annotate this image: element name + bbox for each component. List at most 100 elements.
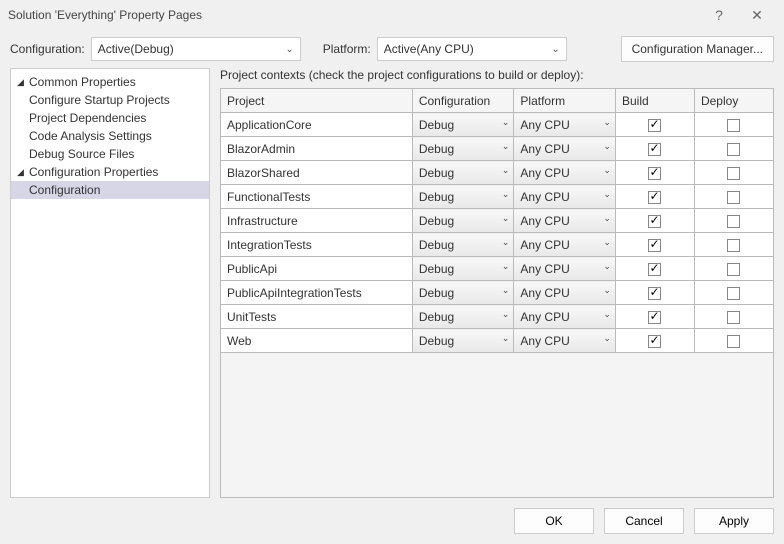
build-checkbox[interactable] (648, 311, 661, 324)
table-row: PublicApiDebug⌄Any CPU⌄ (221, 257, 774, 281)
build-checkbox[interactable] (648, 263, 661, 276)
build-checkbox[interactable] (648, 239, 661, 252)
cell-deploy (694, 209, 773, 233)
content-pane: Project contexts (check the project conf… (220, 68, 774, 498)
cell-config-select[interactable]: Debug⌄ (412, 113, 514, 137)
cell-project: Web (221, 329, 413, 353)
chevron-down-icon: ⌄ (551, 44, 559, 55)
deploy-checkbox[interactable] (727, 119, 740, 132)
table-row: BlazorSharedDebug⌄Any CPU⌄ (221, 161, 774, 185)
platform-select[interactable]: Active(Any CPU) ⌄ (377, 37, 567, 61)
deploy-checkbox[interactable] (727, 191, 740, 204)
build-checkbox[interactable] (648, 167, 661, 180)
cell-platform-select[interactable]: Any CPU⌄ (514, 305, 616, 329)
table-row: IntegrationTestsDebug⌄Any CPU⌄ (221, 233, 774, 257)
build-checkbox[interactable] (648, 215, 661, 228)
configuration-manager-button[interactable]: Configuration Manager... (621, 36, 774, 62)
deploy-checkbox[interactable] (727, 263, 740, 276)
cell-project: PublicApiIntegrationTests (221, 281, 413, 305)
cell-config-select[interactable]: Debug⌄ (412, 257, 514, 281)
tree-node-common-properties[interactable]: ◢ Common Properties (11, 73, 209, 91)
cell-platform-select[interactable]: Any CPU⌄ (514, 281, 616, 305)
cell-project: UnitTests (221, 305, 413, 329)
deploy-checkbox[interactable] (727, 215, 740, 228)
cell-build (615, 161, 694, 185)
chevron-down-icon: ⌄ (285, 44, 293, 55)
cell-project: FunctionalTests (221, 185, 413, 209)
table-row: BlazorAdminDebug⌄Any CPU⌄ (221, 137, 774, 161)
cell-deploy (694, 161, 773, 185)
col-project[interactable]: Project (221, 89, 413, 113)
cell-project: IntegrationTests (221, 233, 413, 257)
tree-item-debug-source-files[interactable]: Debug Source Files (11, 145, 209, 163)
configuration-value: Active(Debug) (98, 42, 174, 56)
chevron-down-icon: ⌄ (502, 237, 510, 248)
configuration-select[interactable]: Active(Debug) ⌄ (91, 37, 301, 61)
tree-item-configuration[interactable]: Configuration (11, 181, 209, 199)
cell-config-select[interactable]: Debug⌄ (412, 305, 514, 329)
deploy-checkbox[interactable] (727, 335, 740, 348)
cell-config-select[interactable]: Debug⌄ (412, 137, 514, 161)
platform-value: Active(Any CPU) (384, 42, 474, 56)
cell-config-select[interactable]: Debug⌄ (412, 209, 514, 233)
chevron-down-icon: ⌄ (603, 285, 611, 296)
deploy-checkbox[interactable] (727, 167, 740, 180)
build-checkbox[interactable] (648, 143, 661, 156)
cell-config-select[interactable]: Debug⌄ (412, 281, 514, 305)
col-platform[interactable]: Platform (514, 89, 616, 113)
cell-platform-select[interactable]: Any CPU⌄ (514, 161, 616, 185)
table-row: WebDebug⌄Any CPU⌄ (221, 329, 774, 353)
deploy-checkbox[interactable] (727, 239, 740, 252)
tree-item-startup-projects[interactable]: Configure Startup Projects (11, 91, 209, 109)
cancel-button[interactable]: Cancel (604, 508, 684, 534)
build-checkbox[interactable] (648, 191, 661, 204)
cell-config-select[interactable]: Debug⌄ (412, 233, 514, 257)
tree-item-code-analysis[interactable]: Code Analysis Settings (11, 127, 209, 145)
chevron-down-icon: ⌄ (603, 261, 611, 272)
cell-project: Infrastructure (221, 209, 413, 233)
chevron-down-icon: ⌄ (603, 117, 611, 128)
table-empty-area (220, 353, 774, 498)
cell-deploy (694, 137, 773, 161)
chevron-down-icon: ⌄ (502, 141, 510, 152)
nav-tree: ◢ Common Properties Configure Startup Pr… (10, 68, 210, 498)
collapse-icon: ◢ (17, 77, 29, 88)
cell-config-select[interactable]: Debug⌄ (412, 185, 514, 209)
deploy-checkbox[interactable] (727, 311, 740, 324)
cell-platform-select[interactable]: Any CPU⌄ (514, 257, 616, 281)
deploy-checkbox[interactable] (727, 287, 740, 300)
close-icon[interactable]: ✕ (738, 7, 776, 24)
table-row: InfrastructureDebug⌄Any CPU⌄ (221, 209, 774, 233)
cell-platform-select[interactable]: Any CPU⌄ (514, 113, 616, 137)
build-checkbox[interactable] (648, 119, 661, 132)
chevron-down-icon: ⌄ (603, 165, 611, 176)
build-checkbox[interactable] (648, 335, 661, 348)
chevron-down-icon: ⌄ (502, 189, 510, 200)
apply-button[interactable]: Apply (694, 508, 774, 534)
cell-platform-select[interactable]: Any CPU⌄ (514, 185, 616, 209)
tree-item-project-dependencies[interactable]: Project Dependencies (11, 109, 209, 127)
build-checkbox[interactable] (648, 287, 661, 300)
cell-config-select[interactable]: Debug⌄ (412, 329, 514, 353)
col-deploy[interactable]: Deploy (694, 89, 773, 113)
cell-config-select[interactable]: Debug⌄ (412, 161, 514, 185)
configuration-label: Configuration: (10, 42, 85, 56)
cell-project: BlazorShared (221, 161, 413, 185)
platform-label: Platform: (323, 42, 371, 56)
cell-platform-select[interactable]: Any CPU⌄ (514, 209, 616, 233)
cell-build (615, 137, 694, 161)
table-row: FunctionalTestsDebug⌄Any CPU⌄ (221, 185, 774, 209)
title-bar: Solution 'Everything' Property Pages ? ✕ (0, 0, 784, 30)
col-configuration[interactable]: Configuration (412, 89, 514, 113)
cell-deploy (694, 185, 773, 209)
tree-node-configuration-properties[interactable]: ◢ Configuration Properties (11, 163, 209, 181)
help-icon[interactable]: ? (700, 7, 738, 23)
deploy-checkbox[interactable] (727, 143, 740, 156)
col-build[interactable]: Build (615, 89, 694, 113)
cell-platform-select[interactable]: Any CPU⌄ (514, 329, 616, 353)
chevron-down-icon: ⌄ (603, 237, 611, 248)
cell-build (615, 233, 694, 257)
ok-button[interactable]: OK (514, 508, 594, 534)
cell-platform-select[interactable]: Any CPU⌄ (514, 233, 616, 257)
cell-platform-select[interactable]: Any CPU⌄ (514, 137, 616, 161)
